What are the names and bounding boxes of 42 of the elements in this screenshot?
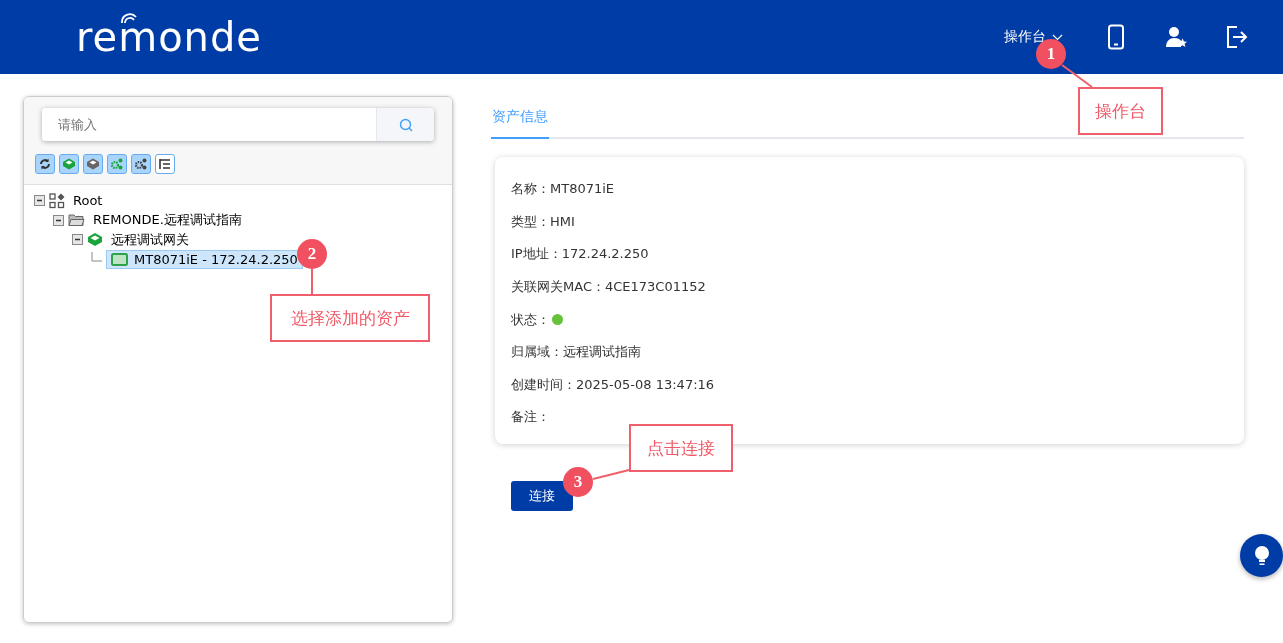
field-text: IP地址：172.24.2.250 [511, 245, 649, 264]
refresh-icon [38, 157, 52, 171]
logo: remonde [76, 14, 262, 60]
cube-icon [62, 157, 76, 171]
list-button[interactable] [155, 154, 175, 174]
lightbulb-icon [1252, 544, 1271, 567]
field-label: 状态： [511, 310, 550, 329]
tree-item[interactable]: 远程调试网关 [107, 229, 193, 250]
search-field[interactable]: 请输入 [42, 108, 434, 141]
field-text: 类型：HMI [511, 212, 575, 231]
field-text: 关联网关MAC：4CE173C01152 [511, 278, 706, 297]
field-text: 备注： [511, 408, 550, 427]
search-icon [398, 117, 413, 132]
callout-label: 操作台 [1078, 87, 1163, 135]
field-text: 名称：MT8071iE [511, 180, 615, 199]
cube-icon [87, 232, 103, 248]
cube-button[interactable] [83, 154, 103, 174]
field-text: 创建时间：2025-05-08 13:47:16 [511, 375, 715, 394]
callout-label: 选择添加的资产 [270, 294, 430, 342]
step-badge: 2 [297, 239, 327, 269]
list-icon [158, 157, 172, 171]
connect-button[interactable]: 连接 [511, 480, 573, 511]
callout-label: 点击连接 [629, 424, 733, 472]
chevron-down-icon [1052, 33, 1063, 41]
leader-line [311, 268, 313, 295]
screen-icon [111, 252, 128, 266]
folder-icon [68, 213, 85, 228]
collapse-icon[interactable] [53, 214, 64, 226]
leader-line [592, 469, 630, 480]
collapse-icon[interactable] [72, 234, 83, 246]
collapse-icon[interactable] [34, 195, 45, 207]
leader-line [1061, 64, 1093, 88]
tree-item[interactable]: MT8071iE - 172.24.2.250 [106, 249, 303, 269]
step-badge: 3 [563, 467, 593, 497]
user-star-icon[interactable] [1163, 24, 1189, 50]
help-button[interactable] [1240, 534, 1283, 577]
tree-item[interactable]: REMONDE.远程调试指南 [89, 210, 246, 231]
cube-icon [86, 157, 100, 171]
grid-icon [49, 192, 65, 209]
refresh-button[interactable] [35, 154, 55, 174]
tree-item[interactable]: Root [69, 192, 107, 210]
field-text: 归属域：远程调试指南 [511, 343, 641, 362]
